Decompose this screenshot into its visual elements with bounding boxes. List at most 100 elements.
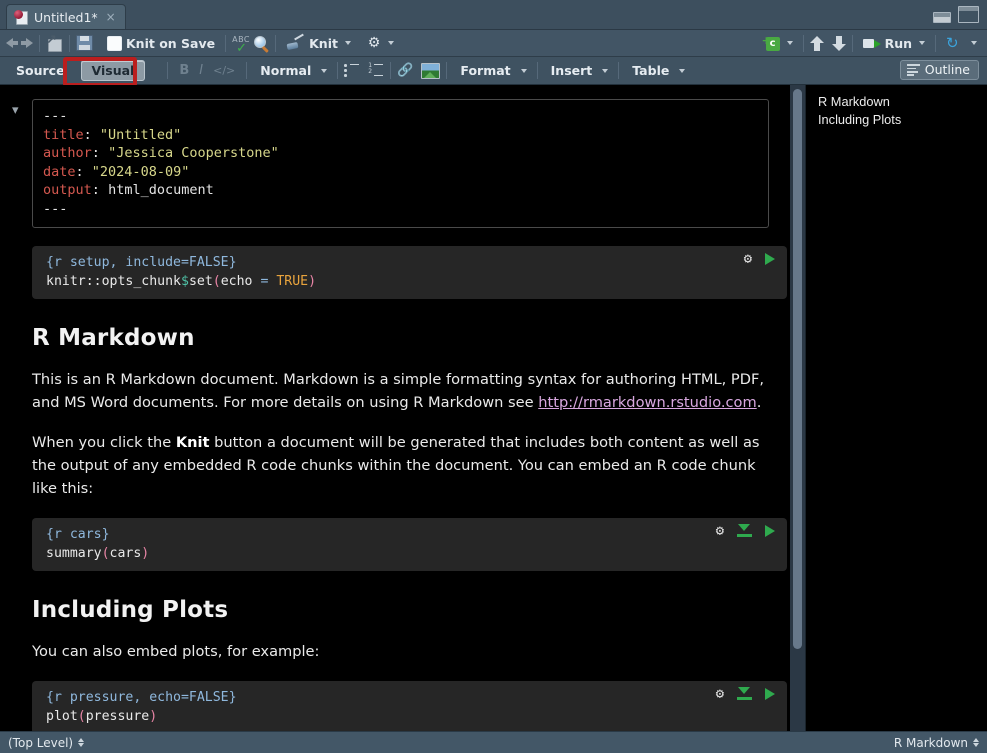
toolbar-separator [536,62,538,79]
run-chunk-icon[interactable] [765,687,775,700]
toolbar-separator [39,34,40,52]
editor-toolbar: Knit on Save ABC✓ Knit ⚙ +c [0,30,987,57]
link-icon[interactable]: 🔗 [397,63,413,78]
outline-item-including-plots[interactable]: Including Plots [818,111,977,129]
chunk-toolbar: ⚙ [716,523,775,538]
find-replace-icon[interactable] [254,35,269,51]
toolbar-separator [390,62,392,79]
chevron-down-icon[interactable] [602,68,609,73]
format-menu-button[interactable]: Format [453,62,530,79]
insert-chunk-button[interactable]: +c [757,34,797,52]
chevron-down-icon[interactable] [971,41,977,45]
chevron-down-icon[interactable] [786,41,793,45]
output-options-button[interactable]: ⚙ [363,35,398,51]
visual-mode-button[interactable]: Visual [80,60,146,81]
scope-picker[interactable]: (Top Level) [8,735,85,750]
document-type-picker[interactable]: R Markdown [894,736,979,750]
document-type-label: R Markdown [893,735,968,750]
next-chunk-icon[interactable] [831,35,846,51]
chevron-down-icon[interactable] [321,68,328,73]
chunk-code[interactable]: summary(cars) [46,544,777,563]
spellcheck-icon[interactable]: ABC ✓ [232,35,254,56]
chevron-down-icon[interactable] [919,41,925,45]
yaml-metadata-block[interactable]: ▾ --- title: "Untitled" author: "Jessica… [12,99,779,228]
toolbar-separator [225,34,227,52]
back-arrow-icon[interactable] [6,38,18,48]
yaml-value: "Jessica Cooperstone" [108,145,279,162]
up-down-picker-icon[interactable] [78,738,85,747]
previous-chunk-icon[interactable] [809,35,824,51]
outline-toggle-button[interactable]: Outline [899,60,979,80]
paragraph-knit: When you click the Knit button a documen… [32,431,784,500]
chunk-code[interactable]: knitr::opts_chunk$set(echo = TRUE) [46,272,777,291]
chunk-code[interactable]: plot(pressure) [46,707,777,726]
yaml-field-date: date: "2024-08-09" [43,163,190,180]
editor-status-bar: (Top Level) R Markdown [0,731,987,753]
gear-icon: ⚙ [367,35,381,51]
bold-button[interactable]: B [174,63,194,78]
run-chunk-icon[interactable] [765,524,775,537]
yaml-field-title: title: "Untitled" [43,126,182,143]
chunk-options-gear-icon[interactable]: ⚙ [716,524,724,538]
close-tab-icon[interactable]: × [106,10,116,24]
insert-chunk-icon: +c [761,34,780,51]
toolbar-separator [246,62,248,79]
insert-menu-label: Insert [550,63,593,78]
editor-tab-untitled1[interactable]: Untitled1* × [6,4,126,29]
minimize-pane-icon[interactable] [933,12,951,23]
up-down-picker-icon[interactable] [973,738,979,747]
table-menu-button[interactable]: Table [625,62,689,79]
bullet-list-icon[interactable] [344,63,360,78]
knit-on-save-checkbox[interactable]: Knit on Save [103,35,219,52]
toolbar-separator [167,62,169,79]
yaml-box[interactable]: --- title: "Untitled" author: "Jessica C… [32,99,769,228]
yaml-key: output [43,182,92,199]
show-in-new-window-icon[interactable] [46,33,63,52]
code-chunk-pressure[interactable]: {r pressure, echo=FALSE} plot(pressure) … [32,680,787,731]
block-format-dropdown[interactable]: Normal [253,62,331,79]
inline-code-button[interactable]: </> [208,64,240,77]
insert-menu-button[interactable]: Insert [544,62,613,79]
chunk-header: {r pressure, echo=FALSE} [46,689,237,705]
toolbar-separator [275,34,277,52]
numbered-list-icon[interactable]: 12 [368,62,384,78]
rmarkdown-docs-link[interactable]: http://rmarkdown.rstudio.com [538,394,756,411]
workspace: ▾ --- title: "Untitled" author: "Jessica… [0,85,987,731]
rerun-button[interactable]: ↻ [942,35,981,52]
toolbar-separator [935,34,936,52]
run-all-chunks-above-icon[interactable] [737,686,752,701]
knit-on-save-label: Knit on Save [126,35,216,51]
insert-image-icon[interactable] [421,62,441,79]
outline-item-r-markdown[interactable]: R Markdown [818,93,977,111]
code-chunk-cars[interactable]: {r cars} summary(cars) ⚙ [32,517,787,571]
run-all-chunks-above-icon[interactable] [737,523,752,538]
toolbar-separator [69,34,70,52]
paragraph-text: . [756,393,762,411]
paragraph-intro: This is an R Markdown document. Markdown… [32,368,784,414]
chevron-down-icon[interactable] [679,68,686,73]
chevron-down-icon[interactable] [344,41,351,45]
chevron-down-icon[interactable]: ▾ [12,103,19,118]
editor-vertical-scrollbar[interactable] [790,85,805,731]
scope-label: (Top Level) [8,735,74,750]
scrollbar-thumb[interactable] [793,89,802,649]
yaml-field-author: author: "Jessica Cooperstone" [43,145,279,162]
outline-icon [906,64,920,76]
knit-button[interactable]: Knit [282,35,355,52]
visual-editor[interactable]: ▾ --- title: "Untitled" author: "Jessica… [0,85,805,731]
run-chunk-icon[interactable] [765,252,775,265]
save-icon[interactable] [76,35,93,51]
italic-button[interactable]: I [194,63,208,78]
chunk-options-gear-icon[interactable]: ⚙ [744,252,752,266]
forward-arrow-icon[interactable] [21,38,33,48]
chunk-options-gear-icon[interactable]: ⚙ [716,687,724,701]
block-format-label: Normal [260,63,312,78]
source-mode-button[interactable]: Source [6,61,75,80]
chevron-down-icon[interactable] [387,41,394,45]
run-button[interactable]: Run [859,35,929,52]
heading-r-markdown: R Markdown [32,324,195,351]
paragraph-text: When you click the [32,433,176,451]
chevron-down-icon[interactable] [520,68,527,73]
maximize-pane-icon[interactable] [958,6,979,23]
code-chunk-setup[interactable]: {r setup, include=FALSE} knitr::opts_chu… [32,245,787,299]
